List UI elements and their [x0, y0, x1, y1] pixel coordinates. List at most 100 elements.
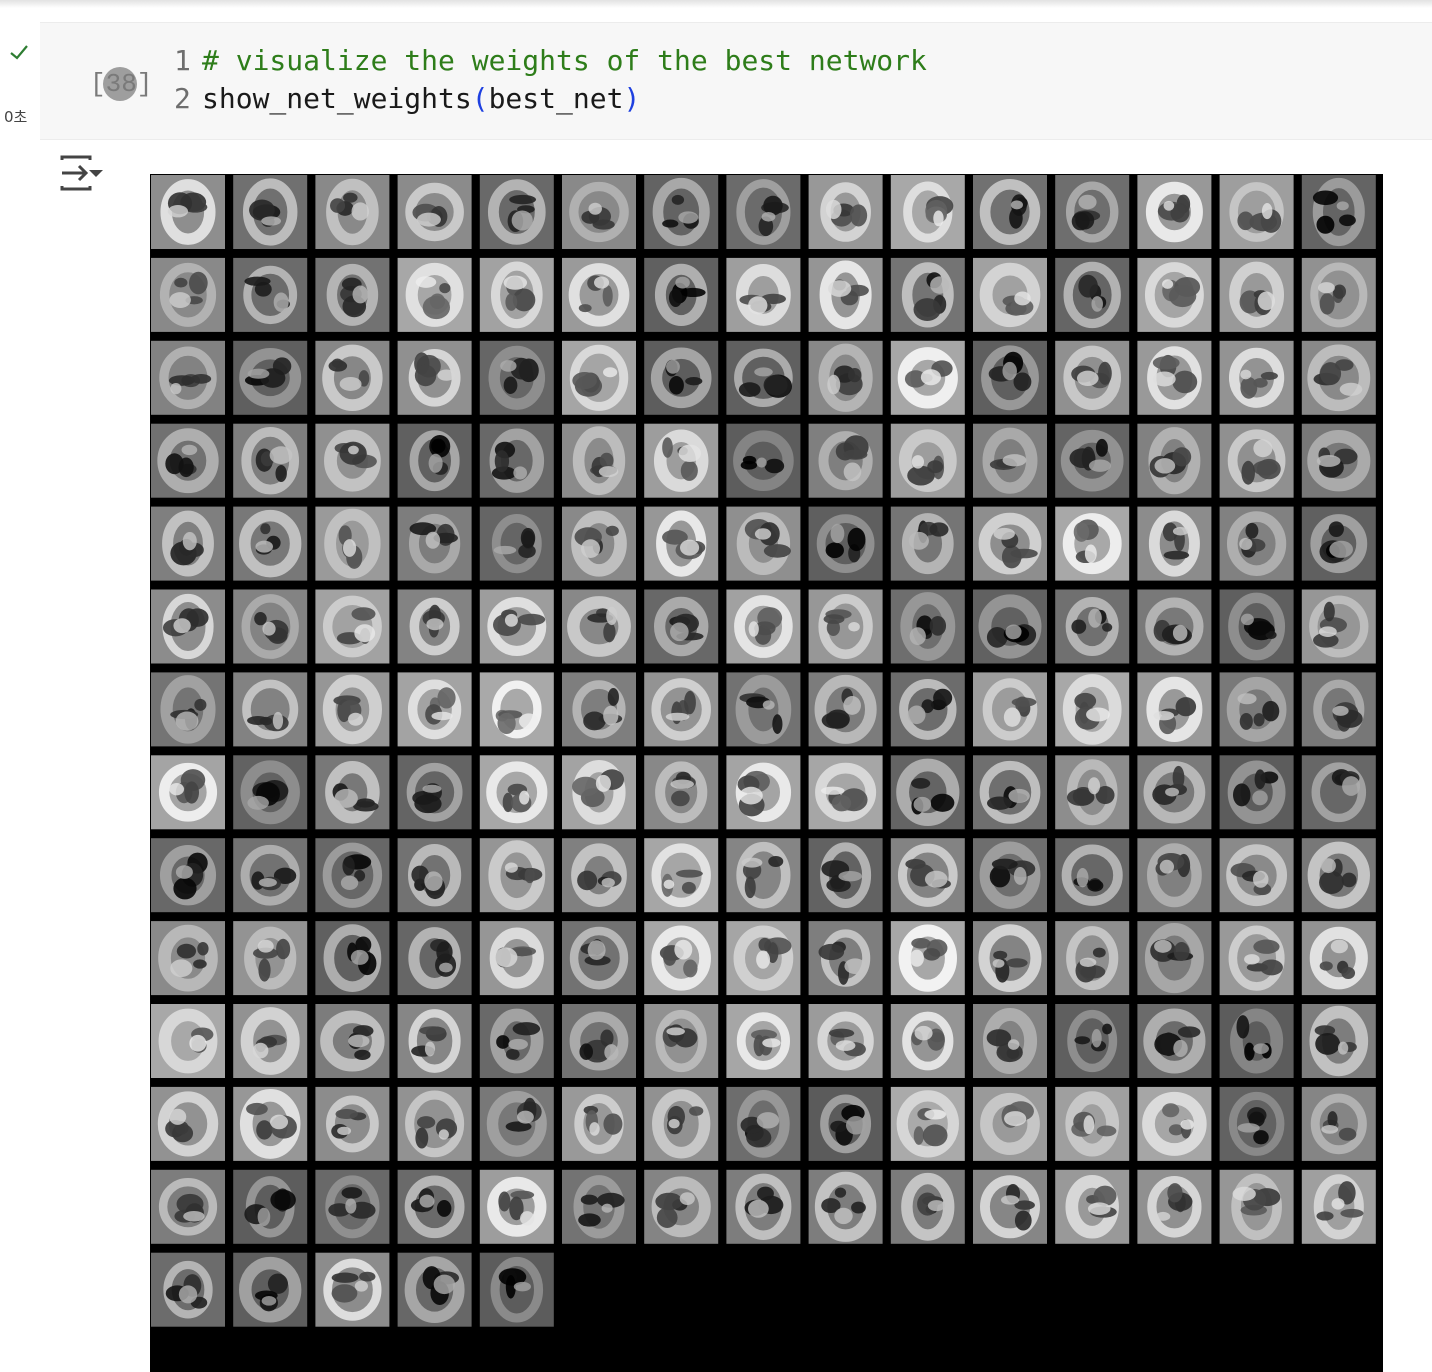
weight-tile	[233, 589, 308, 664]
weight-tile	[808, 423, 883, 498]
weight-tile	[808, 838, 883, 913]
weight-tile	[315, 755, 390, 830]
code-comment: # visualize the weights of the best netw…	[202, 44, 927, 77]
weight-tile	[1301, 838, 1376, 913]
weight-tile	[973, 340, 1047, 415]
weight-tile	[1055, 423, 1130, 498]
weight-tile	[1055, 1086, 1130, 1161]
weight-tile	[808, 589, 883, 664]
weight-tile	[151, 1086, 225, 1161]
weight-tile	[1055, 672, 1130, 747]
weight-tile	[890, 589, 965, 664]
weight-tile	[644, 506, 719, 581]
weight-tile	[233, 672, 308, 747]
weight-tile	[397, 921, 472, 996]
weight-tile	[397, 423, 472, 498]
output-collapse-icon[interactable]	[58, 154, 104, 192]
weight-tile	[315, 257, 390, 332]
weight-tile	[397, 1252, 472, 1327]
weight-tile	[397, 838, 472, 913]
weight-tile	[1301, 257, 1376, 332]
weight-tile	[1219, 755, 1294, 830]
weight-tile	[973, 1169, 1047, 1244]
weight-tile	[315, 1086, 390, 1161]
weight-tile	[397, 175, 472, 249]
weight-tile	[890, 257, 965, 332]
weight-tile	[479, 340, 554, 415]
weight-tile	[973, 589, 1047, 664]
weight-tile	[397, 672, 472, 747]
run-cell-button[interactable]: [38]	[90, 67, 152, 103]
weight-tile	[233, 506, 308, 581]
weight-tile	[397, 755, 472, 830]
weight-tile	[890, 506, 965, 581]
weight-tile	[1301, 175, 1376, 249]
weight-tile	[315, 672, 390, 747]
weight-tile	[151, 921, 225, 996]
weight-tile	[1137, 589, 1212, 664]
weight-tile	[1137, 838, 1212, 913]
weight-tile	[397, 340, 472, 415]
weight-tile	[397, 1086, 472, 1161]
weight-tile	[644, 1169, 719, 1244]
weight-tile	[808, 921, 883, 996]
top-divider	[0, 0, 1432, 8]
weight-tile	[726, 755, 801, 830]
weight-tile	[479, 1169, 554, 1244]
weight-tile	[973, 257, 1047, 332]
weight-tile	[973, 921, 1047, 996]
weight-tile	[1137, 340, 1212, 415]
weight-tile	[973, 838, 1047, 913]
weight-tile	[644, 257, 719, 332]
weight-tile	[808, 340, 883, 415]
weight-tile	[562, 1086, 636, 1161]
weight-tile	[973, 1086, 1047, 1161]
weight-tile	[562, 838, 636, 913]
weight-tile	[808, 506, 883, 581]
weight-tile	[973, 1004, 1047, 1078]
weight-tile	[1219, 1169, 1294, 1244]
weight-tile	[973, 175, 1047, 249]
weight-tile	[479, 423, 554, 498]
weight-tile	[479, 506, 554, 581]
weight-tile	[562, 921, 636, 996]
weight-tile	[644, 175, 719, 249]
weight-tile	[233, 921, 308, 996]
cell-status: 0초	[0, 40, 40, 126]
weight-tile	[1055, 755, 1130, 830]
weight-tile	[397, 1169, 472, 1244]
weight-tile	[808, 1169, 883, 1244]
weight-tile	[1219, 838, 1294, 913]
code-paren-close: )	[623, 82, 641, 115]
weight-tile	[151, 672, 225, 747]
weight-tile	[890, 921, 965, 996]
code-editor[interactable]: 1 # visualize the weights of the best net…	[174, 42, 927, 118]
weight-tile	[1055, 589, 1130, 664]
weight-tile	[1301, 1086, 1376, 1161]
weight-tile	[151, 1169, 225, 1244]
weight-tile	[726, 423, 801, 498]
weight-tile	[1301, 506, 1376, 581]
weight-tile	[479, 672, 554, 747]
weight-tile	[397, 589, 472, 664]
weight-tile	[973, 423, 1047, 498]
weight-tile	[562, 1169, 636, 1244]
weight-tile	[1137, 921, 1212, 996]
weight-tile	[644, 838, 719, 913]
weight-tile	[151, 589, 225, 664]
weight-tile	[808, 257, 883, 332]
weight-tile	[1219, 340, 1294, 415]
weight-tile	[973, 755, 1047, 830]
weight-tile	[1219, 672, 1294, 747]
code-line-2: 2 show_net_weights(best_net)	[174, 82, 640, 115]
weight-tile	[151, 1252, 225, 1327]
weight-tile	[973, 506, 1047, 581]
weight-tile	[315, 340, 390, 415]
weight-tile	[1055, 1169, 1130, 1244]
weight-tile	[890, 838, 965, 913]
weight-tile	[233, 1169, 308, 1244]
weight-tile	[1301, 1004, 1376, 1078]
weight-tile	[726, 506, 801, 581]
weight-tile	[1219, 1086, 1294, 1161]
weight-tile	[562, 175, 636, 249]
